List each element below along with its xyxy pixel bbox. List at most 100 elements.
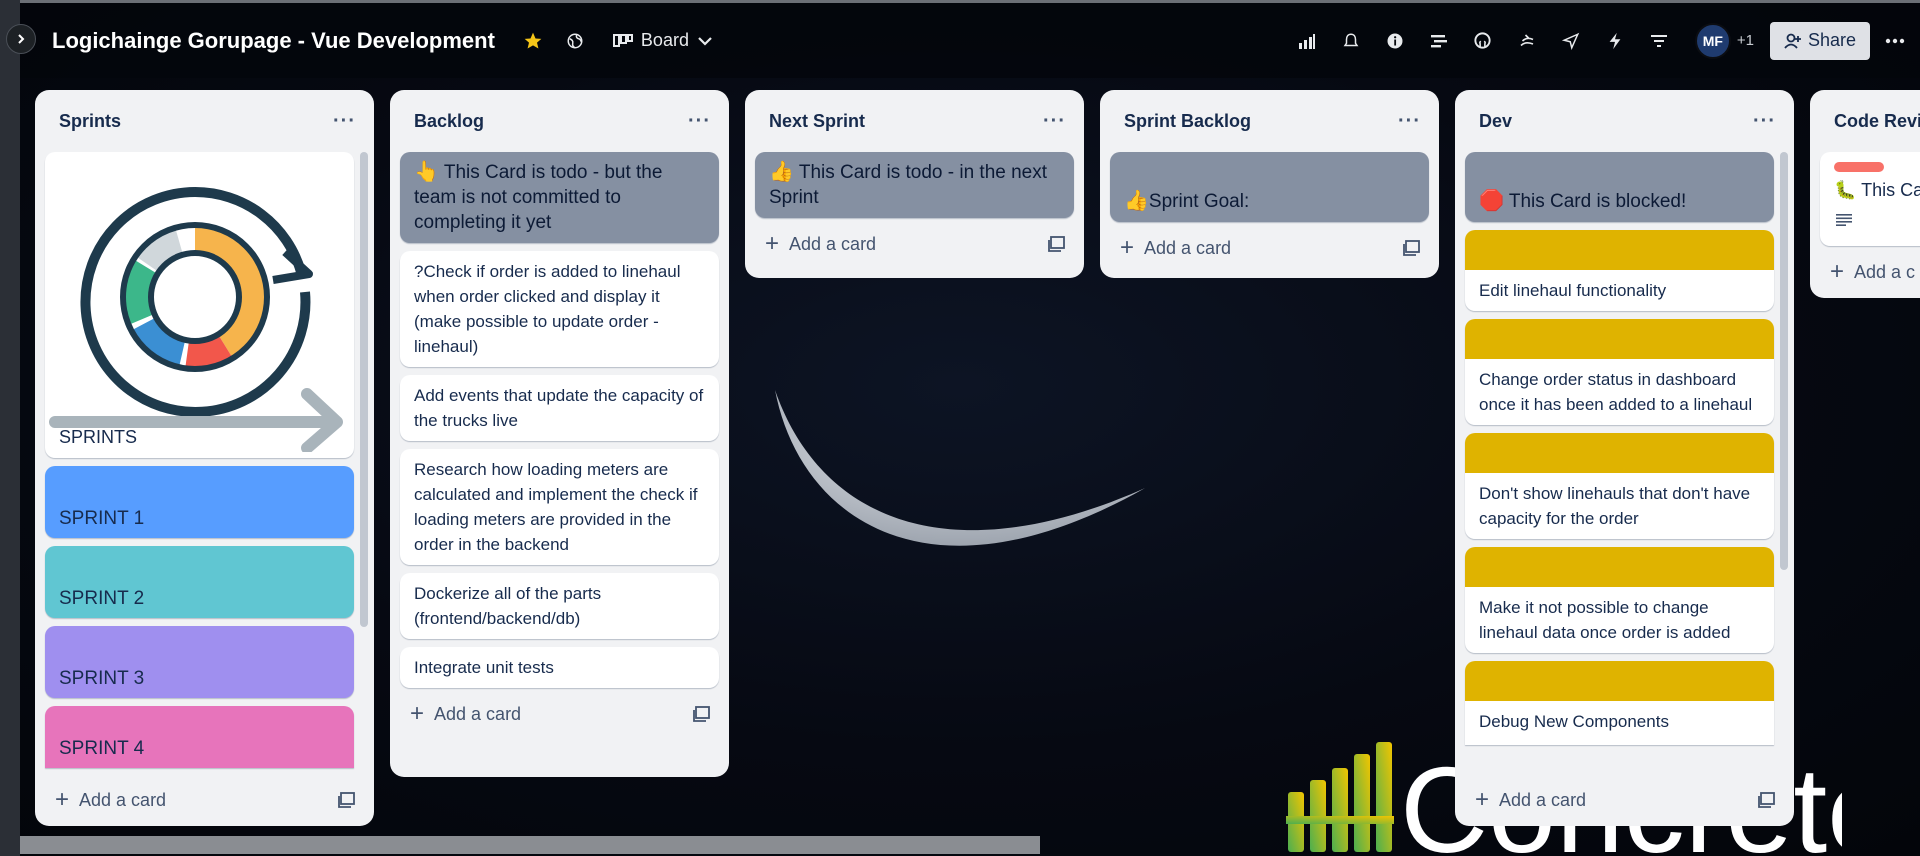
description-icon	[1836, 214, 1852, 226]
card-container: SPRINTS SPRINT 1 SPRINT 2 SPRINT 3 SPRIN…	[35, 152, 374, 768]
add-card-label: Add a card	[79, 789, 167, 810]
list-scrollbar[interactable]	[360, 152, 368, 627]
card-title: This Card is blocked!	[1508, 191, 1687, 212]
card-cover	[1465, 319, 1774, 359]
list-card[interactable]: Research how loading meters are calculat…	[400, 449, 719, 565]
list-menu-icon[interactable]: ···	[333, 110, 356, 133]
card-template-icon[interactable]	[338, 792, 356, 808]
info-card[interactable]: 👆 This Card is todo - but the team is no…	[400, 152, 719, 243]
info-card[interactable]: 👍Sprint Goal:	[1110, 152, 1429, 222]
card-title: Dockerize all of the parts (frontend/bac…	[414, 584, 602, 628]
more-icon[interactable]	[1882, 25, 1908, 57]
list-menu-icon[interactable]: ···	[1753, 110, 1776, 133]
share-button[interactable]: Share	[1769, 21, 1870, 60]
add-card-button[interactable]: + Add a card	[55, 786, 166, 814]
card-template-icon[interactable]	[1048, 236, 1066, 252]
card-container: 👍Sprint Goal:	[1100, 152, 1439, 222]
sprint-card[interactable]: SPRINT 1	[45, 466, 354, 538]
header-actions: MF +1 Share	[1291, 3, 1920, 78]
sprint-card-label: SPRINT 1	[59, 508, 145, 529]
info-icon[interactable]	[1379, 25, 1411, 57]
card-label-red	[1834, 162, 1884, 172]
list-title[interactable]: Next Sprint	[769, 111, 865, 132]
list-menu-icon[interactable]: ···	[1043, 110, 1066, 133]
list-card[interactable]: Don't show linehauls that don't have cap…	[1465, 433, 1774, 539]
card-title: This Card is todo - but the team is not …	[414, 162, 663, 233]
add-card-button[interactable]: + Add a card	[1475, 786, 1586, 814]
board-title[interactable]: Logichainge Gorupage - Vue Development	[52, 28, 495, 54]
card-template-icon[interactable]	[1758, 792, 1776, 808]
list-card[interactable]: Make it not possible to change linehaul …	[1465, 547, 1774, 653]
moon-image	[775, 390, 1145, 546]
view-switcher[interactable]: Board	[612, 30, 713, 51]
list-title[interactable]: Code Revie	[1834, 111, 1920, 132]
automation-icon[interactable]	[1599, 25, 1631, 57]
expand-sidebar-button[interactable]	[6, 24, 36, 54]
list-card[interactable]: Debug New Components	[1465, 661, 1774, 745]
list-header: Next Sprint ···	[745, 90, 1084, 152]
add-card-label: Add a card	[789, 233, 877, 254]
send-icon[interactable]	[1555, 25, 1587, 57]
card-template-icon[interactable]	[1403, 240, 1421, 256]
add-card-button[interactable]: + Add a card	[1120, 234, 1231, 262]
info-card[interactable]: 🛑 This Card is blocked!	[1465, 152, 1774, 222]
globe-icon[interactable]	[559, 25, 591, 57]
card-container: 👍 This Card is todo - in the next Sprint	[745, 152, 1084, 218]
sprint-card-label: SPRINT 4	[59, 738, 145, 759]
add-person-icon	[1784, 33, 1801, 49]
card-container: 👆 This Card is todo - but the team is no…	[390, 152, 729, 688]
board-view-icon	[612, 33, 633, 47]
list-card[interactable]: Add events that update the capacity of t…	[400, 375, 719, 441]
sprint-card[interactable]: SPRINT 2	[45, 546, 354, 618]
list-title[interactable]: Sprints	[59, 111, 121, 132]
list-menu-icon[interactable]: ···	[688, 110, 711, 133]
add-card-row: + Add a card	[35, 774, 374, 826]
stop-sign-icon: 🛑	[1479, 190, 1504, 212]
card-title: Add events that update the capacity of t…	[414, 386, 704, 430]
bug-icon: 🐛	[1834, 180, 1857, 200]
plus-icon: +	[765, 230, 780, 257]
add-card-label: Add a c	[1854, 261, 1916, 282]
left-gutter	[0, 0, 20, 856]
slack-icon[interactable]	[1511, 25, 1543, 57]
sprint-card-label: SPRINT 2	[59, 588, 145, 609]
github-icon[interactable]	[1467, 25, 1499, 57]
list-menu-icon[interactable]: ···	[1398, 110, 1421, 133]
list-header: Dev ···	[1455, 90, 1794, 152]
card-title: This Ca	[1861, 180, 1920, 200]
list-card[interactable]: Change order status in dashboard once it…	[1465, 319, 1774, 425]
extra-members-count[interactable]: +1	[1737, 32, 1754, 49]
signal-icon[interactable]	[1291, 25, 1323, 57]
add-card-row: + Add a c	[1810, 246, 1920, 298]
card-cover	[1465, 230, 1774, 270]
list-card[interactable]: Edit linehaul functionality	[1465, 230, 1774, 311]
add-card-button[interactable]: + Add a card	[765, 230, 876, 258]
horizontal-scrollbar[interactable]	[20, 836, 1040, 854]
add-card-button[interactable]: + Add a card	[410, 700, 521, 728]
thumbs-up-icon: 👍	[1124, 190, 1149, 212]
list-scrollbar[interactable]	[1780, 152, 1788, 570]
card-title: This Card is todo - in the next Sprint	[769, 162, 1048, 208]
list-title[interactable]: Dev	[1479, 111, 1512, 132]
sprints-cover-card[interactable]: SPRINTS	[45, 152, 354, 458]
sprint-card[interactable]: SPRINT 4	[45, 706, 354, 768]
list-card[interactable]: ?Check if order is added to linehaul whe…	[400, 251, 719, 367]
bell-icon[interactable]	[1335, 25, 1367, 57]
list-card[interactable]: Integrate unit tests	[400, 647, 719, 688]
timeline-icon[interactable]	[1423, 25, 1455, 57]
filter-icon[interactable]	[1643, 25, 1675, 57]
avatar[interactable]: MF	[1694, 22, 1731, 59]
info-card[interactable]: 👍 This Card is todo - in the next Sprint	[755, 152, 1074, 218]
card-template-icon[interactable]	[693, 706, 711, 722]
list-code-review: Code Revie 🐛 This Ca + Add a c	[1810, 90, 1920, 298]
sprint-card[interactable]: SPRINT 3	[45, 626, 354, 698]
list-header: Sprints ···	[35, 90, 374, 152]
star-icon[interactable]	[517, 25, 549, 57]
add-card-button[interactable]: + Add a c	[1830, 258, 1915, 286]
list-title[interactable]: Sprint Backlog	[1124, 111, 1251, 132]
list-card[interactable]: Dockerize all of the parts (frontend/bac…	[400, 573, 719, 639]
add-card-row: + Add a card	[1455, 774, 1794, 826]
list-title[interactable]: Backlog	[414, 111, 484, 132]
list-card[interactable]: 🐛 This Ca	[1820, 152, 1920, 246]
plus-icon: +	[1475, 786, 1490, 813]
